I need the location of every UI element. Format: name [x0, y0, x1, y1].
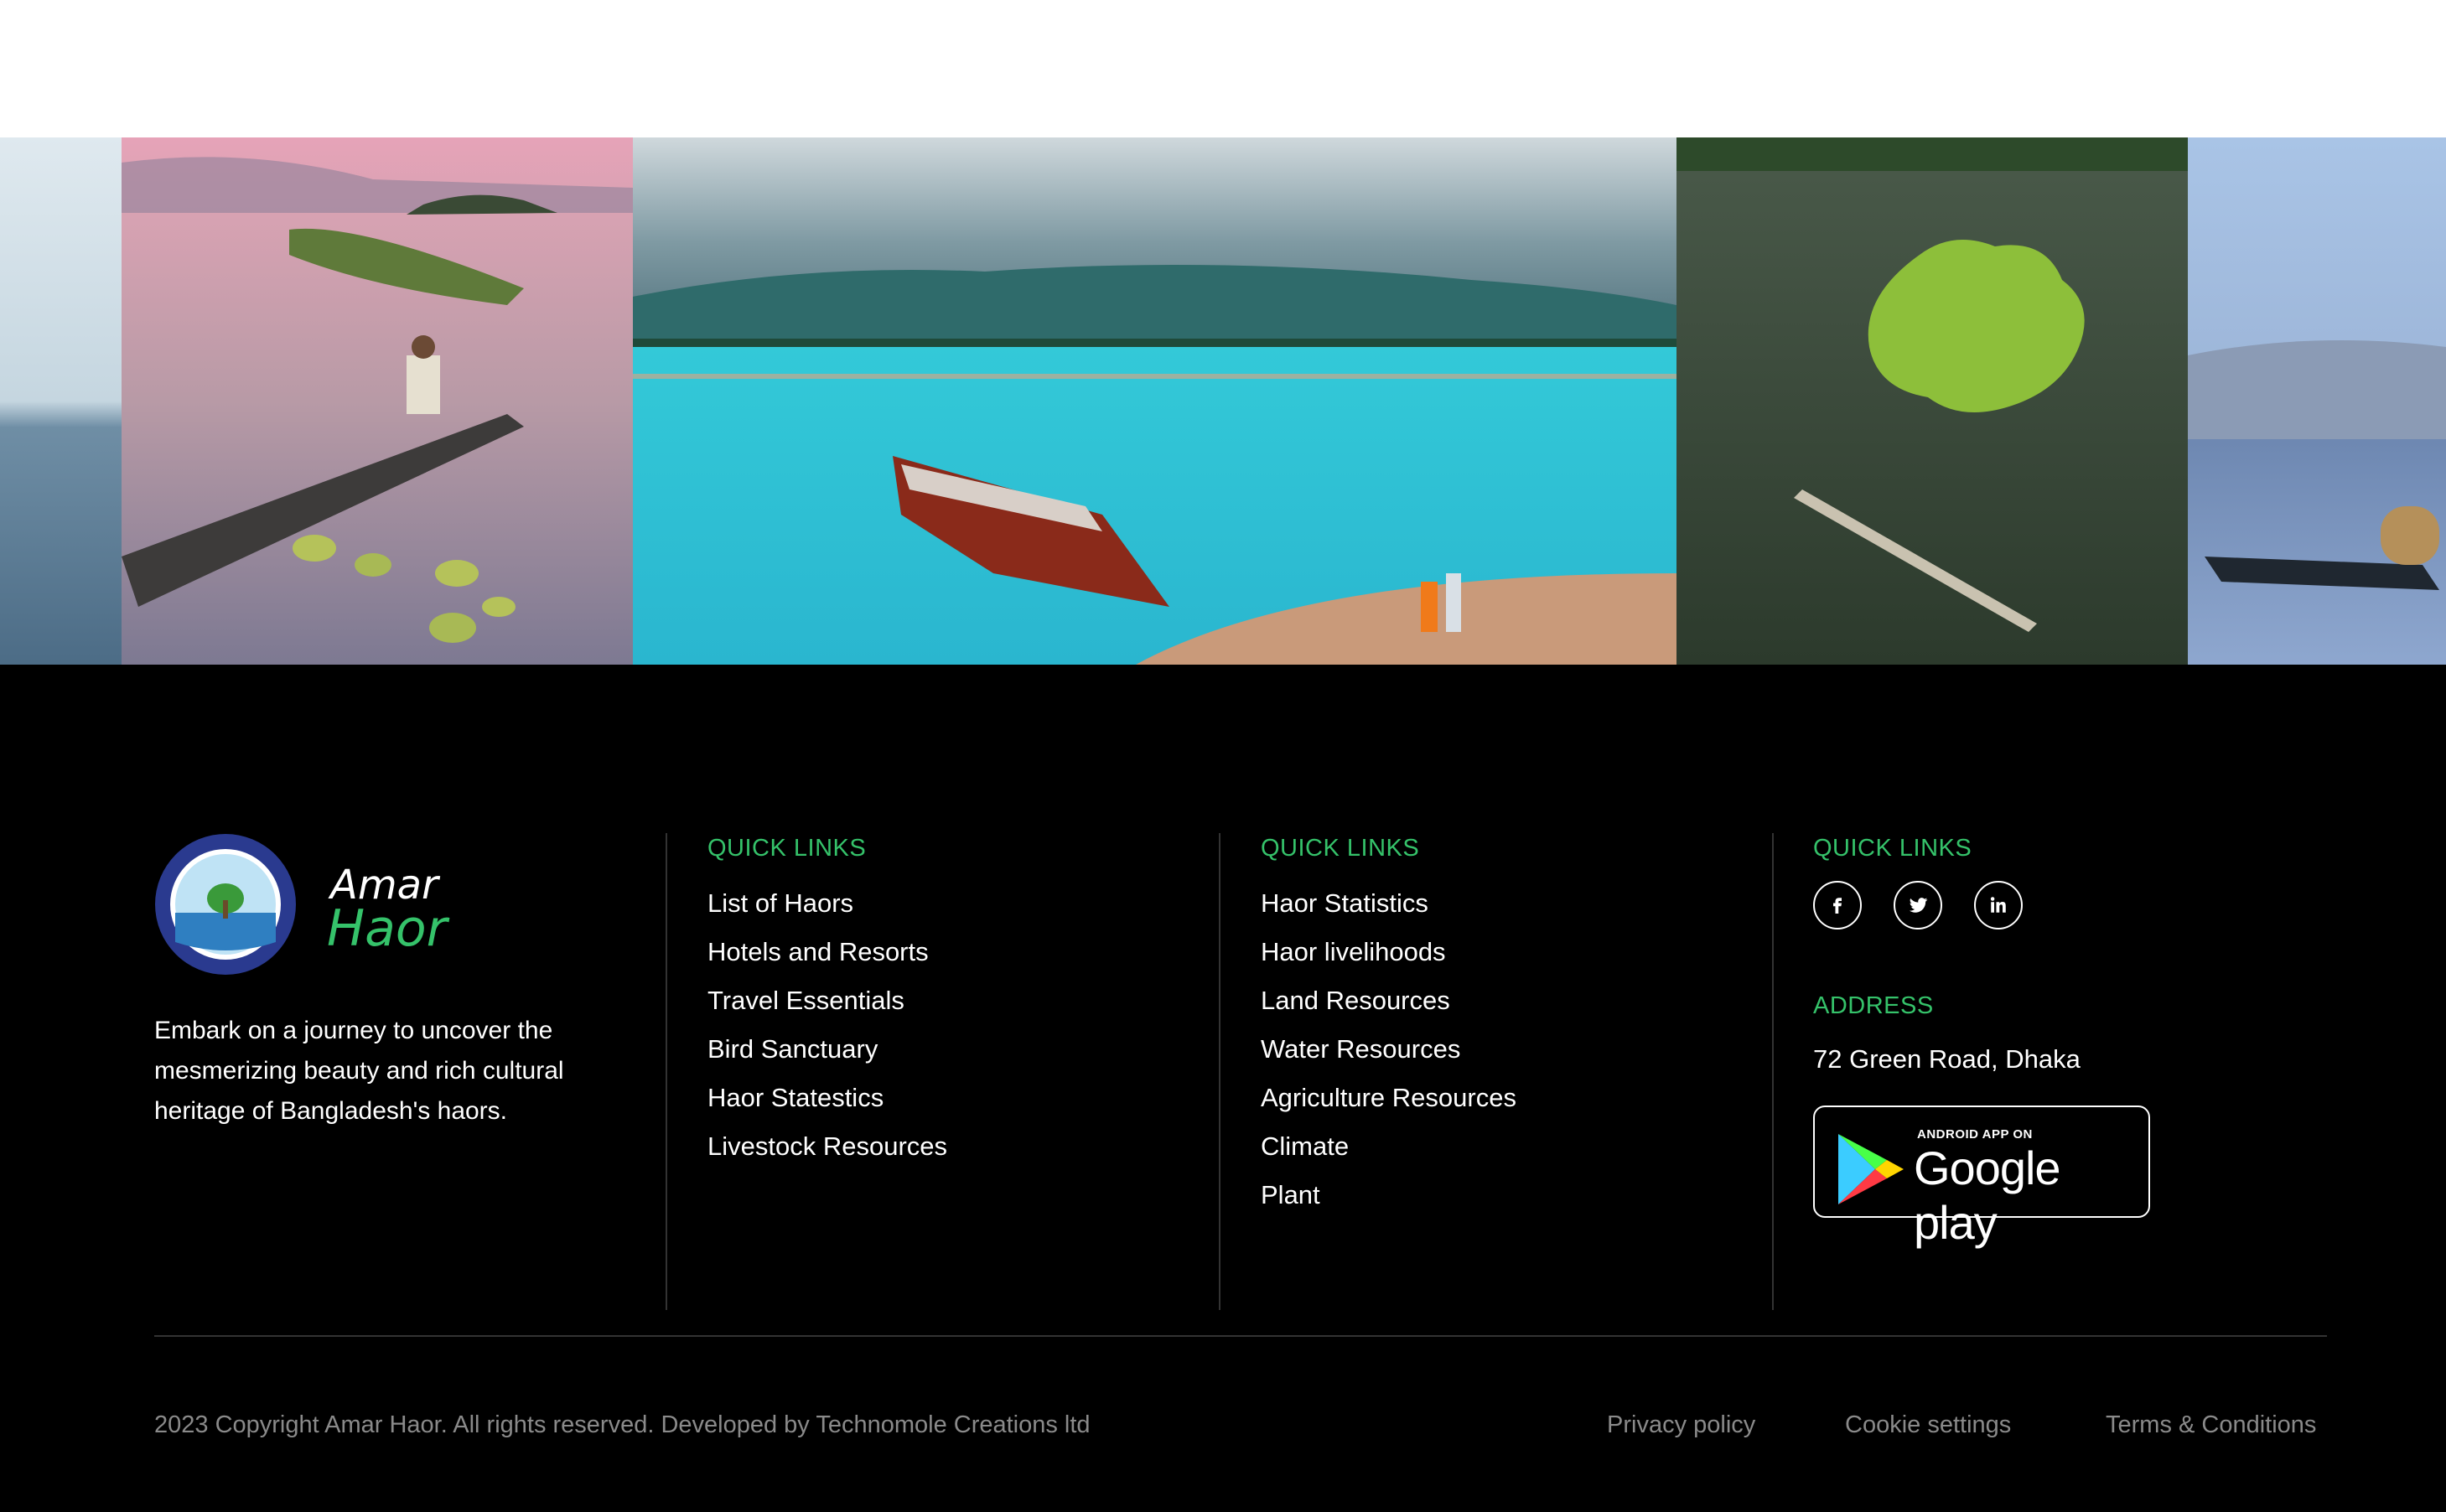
quick-links-list-1: List of Haors Hotels and Resorts Travel …	[707, 887, 947, 1178]
gallery-photo-boat-beach[interactable]	[633, 137, 1676, 665]
footer-link-water-resources[interactable]: Water Resources	[1261, 1033, 1516, 1081]
quick-links-heading-3: QUICK LINKS	[1813, 835, 1972, 862]
address-text: 72 Green Road, Dhaka	[1813, 1044, 2081, 1074]
twitter-link[interactable]	[1894, 881, 1942, 929]
footer-link-bird-sanctuary[interactable]: Bird Sanctuary	[707, 1033, 947, 1081]
facebook-link[interactable]	[1813, 881, 1862, 929]
column-divider	[1772, 833, 1774, 1310]
footer-link-haor-statistics[interactable]: Haor Statistics	[1261, 887, 1516, 935]
terms-conditions-link[interactable]: Terms & Conditions	[2106, 1411, 2316, 1439]
linkedin-icon	[1990, 897, 2006, 913]
seal-icon	[155, 834, 296, 975]
footer-link-list-of-haors[interactable]: List of Haors	[707, 887, 947, 935]
badge-caption: ANDROID APP ON	[1917, 1127, 2033, 1142]
footer-divider	[154, 1335, 2327, 1337]
footer-link-land-resources[interactable]: Land Resources	[1261, 984, 1516, 1033]
google-play-badge[interactable]: ANDROID APP ON Google play	[1813, 1106, 2150, 1249]
social-links	[1813, 881, 2023, 929]
gallery-photo-boatman[interactable]	[122, 137, 633, 665]
top-bar	[0, 0, 2446, 137]
footer-link-climate[interactable]: Climate	[1261, 1130, 1516, 1178]
quick-links-list-2: Haor Statistics Haor livelihoods Land Re…	[1261, 887, 1516, 1227]
gallery-photo-lake-partial-left[interactable]	[0, 137, 122, 665]
twitter-icon	[1910, 898, 1928, 913]
column-divider	[666, 833, 667, 1310]
quick-links-heading-1: QUICK LINKS	[707, 835, 867, 862]
privacy-policy-link[interactable]: Privacy policy	[1607, 1411, 1755, 1439]
footer-link-hotels-and-resorts[interactable]: Hotels and Resorts	[707, 935, 947, 984]
linkedin-link[interactable]	[1974, 881, 2023, 929]
cookie-settings-link[interactable]: Cookie settings	[1845, 1411, 2011, 1439]
footer-link-livestock-resources[interactable]: Livestock Resources	[707, 1130, 947, 1178]
footer-link-haor-statestics[interactable]: Haor Statestics	[707, 1081, 947, 1130]
gallery-photo-tree-canoe[interactable]	[1676, 137, 2188, 665]
address-heading: ADDRESS	[1813, 992, 1934, 1019]
gallery-photo-boat-partial-right[interactable]	[2188, 137, 2446, 665]
footer-link-plant[interactable]: Plant	[1261, 1178, 1516, 1227]
footer-link-agriculture-resources[interactable]: Agriculture Resources	[1261, 1081, 1516, 1130]
column-divider	[1219, 833, 1220, 1310]
svg-text:Haor: Haor	[327, 899, 450, 958]
badge-title: Google play	[1914, 1142, 2061, 1249]
footer-link-haor-livelihoods[interactable]: Haor livelihoods	[1261, 935, 1516, 984]
google-play-icon	[1838, 1134, 1904, 1204]
brand-description: Embark on a journey to uncover the mesme…	[154, 1017, 564, 1125]
photo-gallery	[0, 137, 2446, 665]
wordmark-logo: Amar Haor	[327, 862, 450, 958]
brand-logo[interactable]: Amar Haor	[154, 833, 506, 977]
footer-link-travel-essentials[interactable]: Travel Essentials	[707, 984, 947, 1033]
facebook-icon	[1833, 898, 1842, 914]
copyright-text: 2023 Copyright Amar Haor. All rights res…	[154, 1411, 1091, 1438]
quick-links-heading-2: QUICK LINKS	[1261, 835, 1420, 862]
